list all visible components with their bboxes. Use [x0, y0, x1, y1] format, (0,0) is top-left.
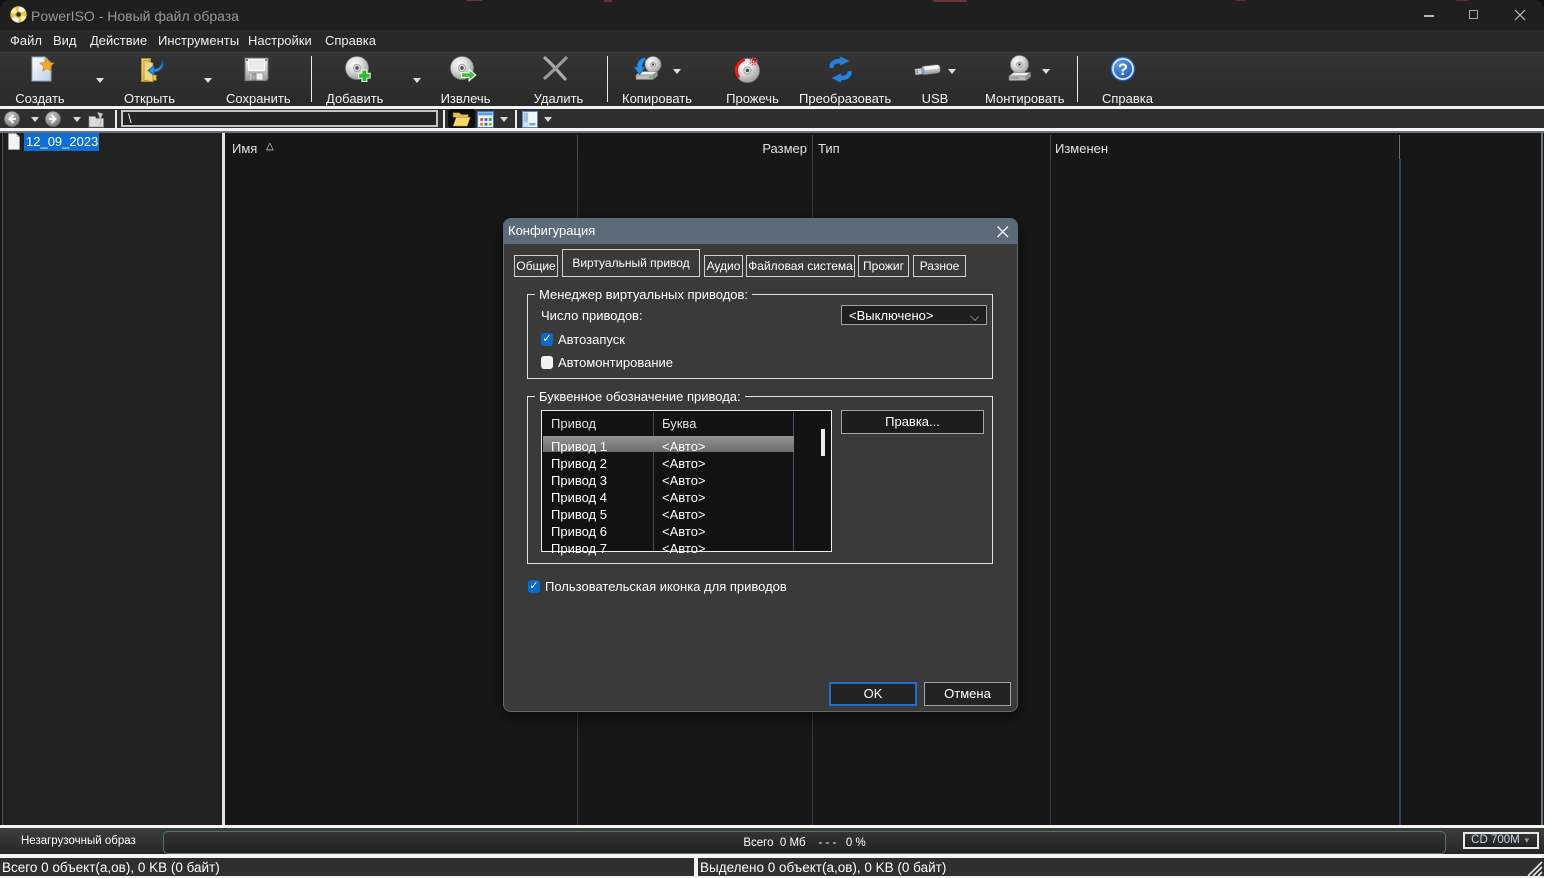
- svg-text:?: ?: [1118, 61, 1128, 79]
